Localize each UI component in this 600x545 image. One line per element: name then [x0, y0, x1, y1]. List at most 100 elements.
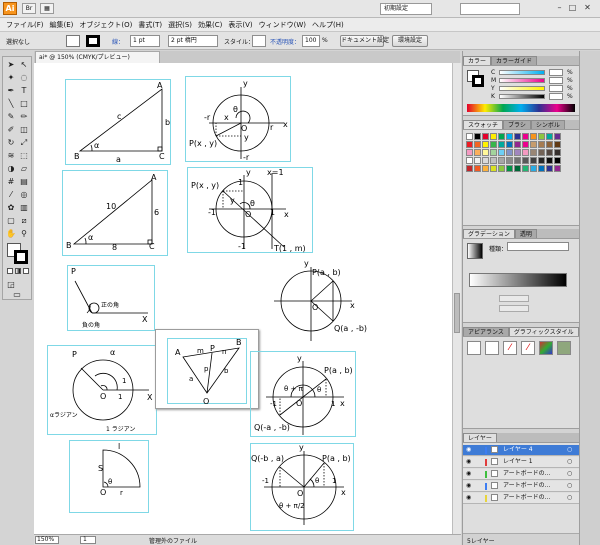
swatch[interactable] — [482, 133, 489, 140]
hand-tool-icon[interactable]: ✋ — [5, 228, 17, 240]
opacity-label[interactable]: 不透明度： — [270, 37, 300, 46]
tab-transparency[interactable]: 透明 — [514, 229, 537, 238]
gradient-location-field[interactable] — [499, 305, 529, 312]
swatch[interactable] — [506, 165, 513, 172]
swatch[interactable] — [498, 165, 505, 172]
swatch[interactable] — [474, 133, 481, 140]
swatch[interactable] — [514, 157, 521, 164]
swatch[interactable] — [474, 141, 481, 148]
swatch[interactable] — [546, 165, 553, 172]
swatch[interactable] — [466, 149, 473, 156]
swatch[interactable] — [506, 133, 513, 140]
visibility-eye-icon[interactable]: ◉ — [466, 445, 471, 455]
menu-edit[interactable]: 編集(E) — [50, 20, 74, 30]
artboard-canvas[interactable]: A B C a b c α y x r -r -r O θ P(x , y) x… — [34, 63, 452, 534]
layer-row[interactable]: ◉ レイヤー 4 ○ — [463, 445, 580, 456]
tab-graphic-styles[interactable]: グラフィックスタイル — [508, 327, 579, 336]
tab-layers[interactable]: レイヤー — [463, 433, 497, 442]
layer-row[interactable]: ◉ レイヤー 1 ○ — [463, 457, 580, 468]
gradient-type-select[interactable] — [507, 242, 569, 251]
opacity-field[interactable]: 100 — [302, 35, 320, 47]
close-button[interactable]: ✕ — [582, 3, 593, 13]
swatch[interactable] — [466, 133, 473, 140]
workspace-switcher[interactable]: 初期設定 — [380, 3, 432, 15]
maximize-button[interactable]: □ — [567, 3, 578, 13]
line-tool-icon[interactable]: ╲ — [5, 98, 17, 110]
blob-brush-icon[interactable]: ✐ — [5, 124, 17, 136]
gradient-preview[interactable] — [467, 243, 483, 259]
swatch[interactable] — [490, 133, 497, 140]
shape-builder-icon[interactable]: ◑ — [5, 163, 17, 175]
swatch[interactable] — [522, 141, 529, 148]
rotate-tool-icon[interactable]: ↻ — [5, 137, 17, 149]
swatch[interactable] — [530, 165, 537, 172]
symbol-sprayer-icon[interactable]: ✿ — [5, 202, 17, 214]
artboard-number-field[interactable]: 1 — [80, 536, 96, 544]
mesh-tool-icon[interactable]: # — [5, 176, 17, 188]
layer-row[interactable]: ◉ アートボードの... ○ — [463, 481, 580, 492]
artboard-tool-icon[interactable]: ▢ — [5, 215, 17, 227]
layer-target-icon[interactable]: ○ — [567, 445, 572, 455]
perspective-grid-icon[interactable]: ▱ — [18, 163, 30, 175]
zoom-tool-icon[interactable]: ⚲ — [18, 228, 30, 240]
swatch[interactable] — [490, 141, 497, 148]
style-green[interactable] — [557, 341, 571, 355]
eyedropper-icon[interactable]: ⁄ — [5, 189, 17, 201]
swatch[interactable] — [530, 133, 537, 140]
swatch[interactable] — [506, 141, 513, 148]
rectangle-tool-icon[interactable]: □ — [18, 98, 30, 110]
search-input[interactable] — [460, 3, 520, 15]
layer-row[interactable]: ◉ アートボードの... ○ — [463, 493, 580, 504]
swatch[interactable] — [474, 165, 481, 172]
tab-swatches[interactable]: スウォッチ — [463, 120, 504, 129]
menu-select[interactable]: 選択(S) — [168, 20, 192, 30]
style-default[interactable] — [467, 341, 481, 355]
swatch[interactable] — [490, 157, 497, 164]
layer-target-icon[interactable]: ○ — [567, 481, 572, 491]
swatch[interactable] — [482, 149, 489, 156]
layer-target-icon[interactable]: ○ — [567, 493, 572, 503]
minimize-button[interactable]: – — [554, 3, 565, 13]
channel-m-slider[interactable] — [499, 78, 545, 83]
color-stroke-icon[interactable] — [472, 75, 484, 87]
swatch[interactable] — [498, 149, 505, 156]
free-transform-icon[interactable]: ⬚ — [18, 150, 30, 162]
gradient-slider[interactable] — [469, 273, 567, 287]
layer-name[interactable]: レイヤー 4 — [503, 445, 533, 455]
visibility-eye-icon[interactable]: ◉ — [466, 469, 471, 479]
swatch[interactable] — [554, 165, 561, 172]
screen-mode-icon[interactable]: ▭ — [11, 289, 23, 301]
swatch[interactable] — [482, 141, 489, 148]
swatch[interactable] — [482, 165, 489, 172]
visibility-eye-icon[interactable]: ◉ — [466, 481, 471, 491]
preferences-button[interactable]: 環境設定 — [392, 35, 428, 47]
none-mode-icon[interactable] — [23, 268, 29, 274]
eraser-icon[interactable]: ◫ — [18, 124, 30, 136]
menu-object[interactable]: オブジェクト(O) — [79, 20, 132, 30]
swatch[interactable] — [506, 149, 513, 156]
style-2[interactable] — [485, 341, 499, 355]
swatch[interactable] — [466, 165, 473, 172]
swatch[interactable] — [514, 141, 521, 148]
swatch[interactable] — [546, 133, 553, 140]
tab-brushes[interactable]: ブラシ — [503, 120, 531, 129]
swatch[interactable] — [538, 149, 545, 156]
menu-file[interactable]: ファイル(F) — [6, 20, 44, 30]
swatch[interactable] — [514, 133, 521, 140]
width-tool-icon[interactable]: ≋ — [5, 150, 17, 162]
vertical-scrollbar[interactable] — [452, 63, 461, 534]
stroke-swatch[interactable] — [86, 35, 100, 47]
bridge-icon[interactable]: Br — [22, 3, 36, 14]
swatch[interactable] — [530, 157, 537, 164]
menu-type[interactable]: 書式(T) — [138, 20, 162, 30]
tab-color[interactable]: カラー — [463, 56, 492, 65]
magic-wand-icon[interactable]: ✦ — [5, 72, 17, 84]
document-setup-button[interactable]: ドキュメント設定 — [340, 35, 389, 47]
brush-definition[interactable]: 2 pt 楕円 — [168, 35, 218, 47]
swatch[interactable] — [538, 141, 545, 148]
swatch[interactable] — [514, 165, 521, 172]
swatch[interactable] — [506, 157, 513, 164]
pencil-icon[interactable]: ✏ — [18, 111, 30, 123]
slice-tool-icon[interactable]: ⧄ — [18, 215, 30, 227]
color-mode-icon[interactable] — [7, 268, 13, 274]
